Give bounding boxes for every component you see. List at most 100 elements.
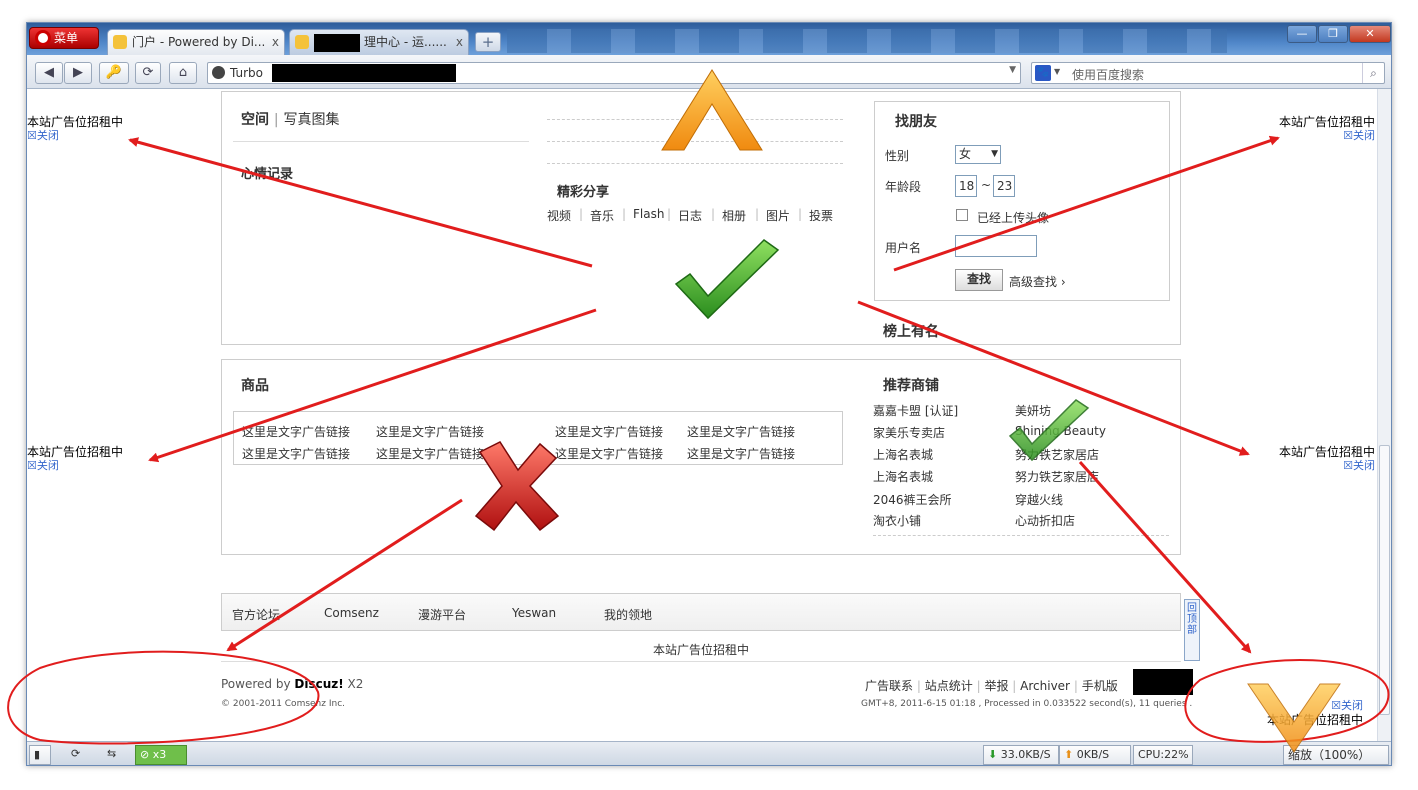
minimize-button[interactable]: —	[1287, 25, 1317, 43]
username-input[interactable]	[955, 235, 1037, 257]
block-icon: ⊘	[140, 748, 150, 761]
separator: |	[798, 207, 803, 221]
mood-title[interactable]: 心情记录	[241, 163, 293, 182]
discuz-brand-link[interactable]: Discuz!	[294, 677, 343, 691]
shop-link[interactable]: 心动折扣店	[1015, 512, 1075, 529]
ad-close-link[interactable]: ☒关闭	[1279, 129, 1375, 143]
text-ad-link[interactable]: 这里是文字广告链接	[687, 423, 795, 440]
gender-select[interactable]: 女 ▼	[955, 145, 1001, 164]
zoom-control[interactable]: 缩放（100%）	[1283, 745, 1389, 765]
sync-icon[interactable]: ⟳	[67, 745, 87, 765]
block-counter-badge[interactable]: ⊘ x3	[135, 745, 187, 765]
title-bar: 菜单 门户 - Powered by Di... x 理中心 - 运......…	[27, 23, 1391, 55]
address-dropdown-icon[interactable]: ▼	[1009, 65, 1016, 75]
ad-close-link[interactable]: ☒关闭	[27, 129, 123, 143]
nav-link[interactable]: 我的领地	[604, 606, 652, 623]
footer-link[interactable]: 手机版	[1082, 679, 1118, 693]
shop-link[interactable]: 上海名表城	[873, 446, 933, 463]
ad-left-middle: 本站广告位招租中 ☒关闭	[27, 445, 123, 473]
ad-close-link[interactable]: ☒关闭	[27, 459, 123, 473]
tab-close-icon[interactable]: x	[456, 30, 463, 54]
close-window-button[interactable]: ✕	[1349, 25, 1391, 43]
search-box[interactable]: 🐾 ▼ 使用百度搜索 ⌕	[1031, 62, 1385, 84]
nav-link[interactable]: 漫游平台	[418, 606, 466, 623]
footer-link[interactable]: 站点统计	[925, 679, 973, 693]
avatar-checkbox[interactable]	[956, 209, 968, 221]
shop-link[interactable]: Shining Beauty	[1015, 424, 1106, 438]
shop-link[interactable]: 美妍坊	[1015, 402, 1051, 419]
separator: |	[916, 679, 921, 693]
upload-speed: ⬆ 0KB/S	[1059, 745, 1131, 765]
tab-favicon-icon	[295, 35, 309, 49]
shops-title: 推荐商铺	[883, 378, 939, 394]
search-engine-selector[interactable]: 🐾 ▼	[1035, 65, 1065, 81]
vertical-scrollbar[interactable]	[1377, 89, 1391, 741]
age-min-input[interactable]: 18	[955, 175, 977, 197]
shop-link[interactable]: 上海名表城	[873, 468, 933, 485]
shop-link[interactable]: 努力铁艺家居店	[1015, 468, 1099, 485]
address-bar[interactable]: Turbo ▼	[207, 62, 1021, 84]
nav-link[interactable]: Yeswan	[512, 606, 556, 620]
shop-link[interactable]: 嘉嘉卡盟 [认证]	[873, 402, 958, 419]
text-ad-link[interactable]: 这里是文字广告链接	[242, 423, 350, 440]
space-title: 空间 | 写真图集	[241, 109, 339, 129]
share-vote-link[interactable]: 投票	[809, 207, 833, 224]
tab-admin[interactable]: 理中心 - 运...... x	[289, 29, 469, 55]
dashed-divider	[547, 163, 843, 164]
separator: |	[667, 207, 672, 221]
share-flash-link[interactable]: Flash	[633, 207, 664, 221]
ad-close-link[interactable]: ☒关闭	[1267, 699, 1363, 713]
ad-close-link[interactable]: ☒关闭	[1279, 459, 1375, 473]
tab-portal[interactable]: 门户 - Powered by Di... x	[107, 29, 285, 55]
share-album-link[interactable]: 相册	[722, 207, 746, 224]
footer-center-ad: 本站广告位招租中	[652, 643, 749, 657]
text-ad-link[interactable]: 这里是文字广告链接	[555, 445, 663, 462]
age-max-input[interactable]: 23	[993, 175, 1015, 197]
scrollbar-thumb[interactable]	[1379, 445, 1390, 715]
navigation-toolbar: ◀ ▶ 🔑 ⟳ ⌂ Turbo ▼ 🐾 ▼ 使用百度搜索 ⌕	[27, 55, 1391, 89]
home-button[interactable]: ⌂	[169, 62, 197, 84]
ad-right-top: 本站广告位招租中 ☒关闭	[1279, 115, 1375, 143]
dashed-divider	[547, 141, 843, 142]
forward-button[interactable]: ▶	[64, 62, 92, 84]
tab-close-icon[interactable]: x	[272, 30, 279, 54]
footer-link[interactable]: Archiver	[1020, 679, 1070, 693]
share-music-link[interactable]: 音乐	[590, 207, 614, 224]
separator: |	[755, 207, 760, 221]
back-button[interactable]: ◀	[35, 62, 63, 84]
share-picture-link[interactable]: 图片	[766, 207, 790, 224]
space-link[interactable]: 空间	[241, 112, 269, 128]
new-tab-button[interactable]: +	[475, 32, 501, 52]
shop-link[interactable]: 淘衣小铺	[873, 512, 921, 529]
share-icon[interactable]: ⇆	[103, 745, 123, 765]
reload-button[interactable]: ⟳	[135, 62, 161, 84]
text-ad-link[interactable]: 这里是文字广告链接	[376, 445, 484, 462]
share-video-link[interactable]: 视频	[547, 207, 571, 224]
shop-link[interactable]: 家美乐专卖店	[873, 424, 945, 441]
turbo-label[interactable]: Turbo	[212, 65, 263, 81]
nav-link[interactable]: Comsenz	[324, 606, 379, 620]
panel-toggle-icon[interactable]: ▮	[29, 745, 51, 765]
find-button[interactable]: 查找	[955, 269, 1003, 291]
share-blog-link[interactable]: 日志	[678, 207, 702, 224]
separator: |	[711, 207, 716, 221]
menu-button[interactable]: 菜单	[29, 27, 99, 49]
redacted-block	[1133, 669, 1193, 695]
advanced-search-link[interactable]: 高级查找 ›	[1009, 273, 1066, 290]
shop-link[interactable]: 穿越火线	[1015, 491, 1063, 508]
ad-text: 本站广告位招租中	[27, 115, 124, 129]
text-ad-link[interactable]: 这里是文字广告链接	[376, 423, 484, 440]
footer-link[interactable]: 广告联系	[865, 679, 913, 693]
shop-link[interactable]: 2046裤王会所	[873, 491, 952, 508]
nav-link[interactable]: 官方论坛	[232, 606, 280, 623]
photo-album-link[interactable]: 写真图集	[283, 112, 339, 128]
footer-link[interactable]: 举报	[984, 679, 1008, 693]
shop-link[interactable]: 努力铁艺家居店	[1015, 446, 1099, 463]
back-to-top-button[interactable]: 回顶部	[1184, 599, 1200, 661]
key-icon[interactable]: 🔑	[99, 62, 129, 84]
restore-button[interactable]: ❐	[1318, 25, 1348, 43]
text-ad-link[interactable]: 这里是文字广告链接	[242, 445, 350, 462]
search-icon[interactable]: ⌕	[1362, 63, 1384, 83]
text-ad-link[interactable]: 这里是文字广告链接	[687, 445, 795, 462]
text-ad-link[interactable]: 这里是文字广告链接	[555, 423, 663, 440]
